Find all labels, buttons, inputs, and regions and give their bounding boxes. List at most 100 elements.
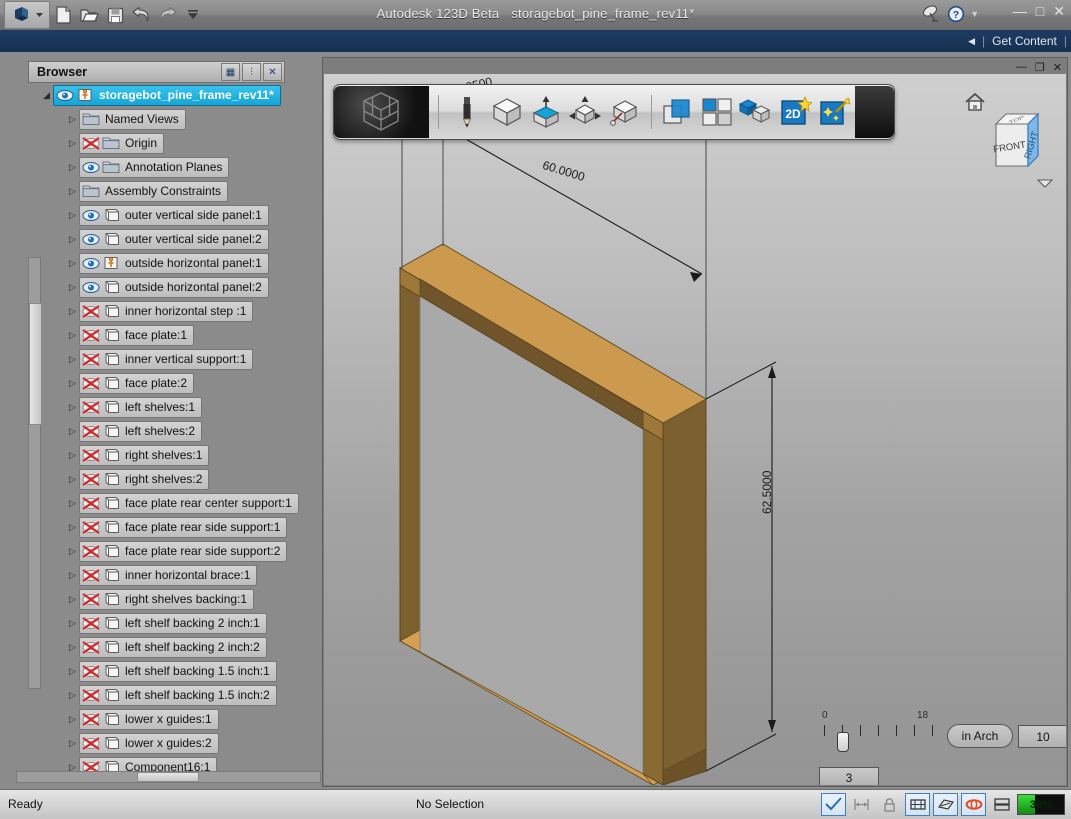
tree-row[interactable]: ▷ outer vertical side panel:1 — [28, 203, 300, 227]
visibility-off-icon[interactable] — [82, 424, 100, 438]
visibility-off-icon[interactable] — [82, 448, 100, 462]
tree-node[interactable]: right shelves:1 — [79, 444, 210, 466]
scroll-thumb[interactable] — [29, 303, 42, 425]
expand-arrow-icon[interactable]: ▷ — [66, 186, 79, 197]
expand-arrow-icon[interactable]: ▷ — [66, 378, 79, 389]
tree-node[interactable]: outside horizontal panel:2 — [79, 276, 269, 298]
expand-arrow-icon[interactable]: ▷ — [66, 114, 79, 125]
expand-arrow-icon[interactable]: ▷ — [66, 642, 79, 653]
tree-node[interactable]: left shelves:2 — [79, 420, 203, 442]
visibility-off-icon[interactable] — [82, 616, 100, 630]
tree-row[interactable]: ▷ outer vertical side panel:2 — [28, 227, 300, 251]
tree-node[interactable]: face plate:1 — [79, 324, 195, 346]
123d-cube-logo[interactable] — [334, 86, 429, 138]
tree-node[interactable]: inner horizontal brace:1 — [79, 564, 258, 586]
3d-canvas[interactable]: 11.2500 60.0000 62.5000 — [324, 74, 1066, 785]
visibility-off-icon[interactable] — [82, 736, 100, 750]
visibility-off-icon[interactable] — [82, 592, 100, 606]
tree-row[interactable]: ▷ left shelf backing 2 inch:2 — [28, 635, 300, 659]
visibility-on-icon[interactable] — [82, 281, 100, 294]
tree-node[interactable]: right shelves:2 — [79, 468, 210, 490]
tree-node[interactable]: outer vertical side panel:2 — [79, 228, 269, 250]
browser-vertical-scrollbar[interactable] — [28, 257, 42, 689]
scale-value-field[interactable]: 3 — [819, 767, 879, 785]
tree-row[interactable]: ▷ left shelves:1 — [28, 395, 300, 419]
modify-transform-icon[interactable] — [566, 90, 605, 134]
tree-node[interactable]: Origin — [79, 132, 165, 154]
expand-arrow-icon[interactable]: ▷ — [66, 354, 79, 365]
visibility-off-icon[interactable] — [82, 496, 100, 510]
tree-row[interactable]: ▷ lower x guides:2 — [28, 731, 300, 755]
tree-row[interactable]: ▷ face plate:2 — [28, 371, 300, 395]
expand-arrow-icon[interactable]: ▷ — [66, 546, 79, 557]
visibility-off-icon[interactable] — [82, 376, 100, 390]
browser-horizontal-scrollbar[interactable] — [16, 771, 321, 783]
tree-row[interactable]: ▷ left shelf backing 1.5 inch:2 — [28, 683, 300, 707]
visibility-on-icon[interactable] — [56, 89, 74, 102]
expand-arrow-icon[interactable]: ▷ — [66, 594, 79, 605]
tree-node[interactable]: outside horizontal panel:1 — [79, 252, 269, 274]
ribbon-collapse-icon[interactable]: ◀ — [968, 36, 975, 47]
tree-row[interactable]: ▷ face plate rear side support:1 — [28, 515, 300, 539]
tree-row[interactable]: ▷ right shelves:2 — [28, 467, 300, 491]
visibility-off-icon[interactable] — [82, 352, 100, 366]
orbit-icon[interactable] — [961, 793, 986, 816]
maximize-button[interactable]: □ — [1036, 4, 1044, 18]
tree-row[interactable]: ▷ Named Views — [28, 107, 300, 131]
tree-node[interactable]: left shelf backing 2 inch:1 — [79, 612, 267, 634]
expand-arrow-icon[interactable]: ▷ — [66, 474, 79, 485]
expand-arrow-icon[interactable]: ▷ — [66, 306, 79, 317]
expand-arrow-icon[interactable]: ▷ — [66, 426, 79, 437]
tree-node[interactable]: left shelf backing 2 inch:2 — [79, 636, 267, 658]
grid-snap-icon[interactable] — [697, 90, 736, 134]
tree-row[interactable]: ▷ inner horizontal step :1 — [28, 299, 300, 323]
tree-row[interactable]: ▷ left shelf backing 1.5 inch:1 — [28, 659, 300, 683]
tree-node[interactable]: Annotation Planes — [79, 156, 230, 178]
tree-row[interactable]: ▷ lower x guides:1 — [28, 707, 300, 731]
expand-arrow-icon[interactable]: ▷ — [66, 282, 79, 293]
snap-grid-icon[interactable] — [905, 793, 930, 816]
tree-row[interactable]: ▷ left shelves:2 — [28, 419, 300, 443]
visibility-off-icon[interactable] — [82, 472, 100, 486]
browser-options-icon[interactable]: ⫶ — [242, 63, 261, 81]
expand-arrow-icon[interactable]: ▷ — [66, 618, 79, 629]
minimize-button[interactable]: — — [1013, 4, 1027, 18]
tree-node[interactable]: lower x guides:2 — [79, 732, 219, 754]
expand-arrow-icon[interactable]: ▷ — [66, 738, 79, 749]
help-icon[interactable]: ? — [947, 5, 965, 23]
tree-node[interactable]: face plate rear center support:1 — [79, 492, 299, 514]
visibility-off-icon[interactable] — [82, 640, 100, 654]
tree-node[interactable]: face plate rear side support:2 — [79, 540, 288, 562]
visibility-off-icon[interactable] — [82, 136, 100, 150]
model-viewport[interactable] — [324, 74, 1066, 785]
tree-row[interactable]: ▷ face plate:1 — [28, 323, 300, 347]
expand-arrow-icon[interactable]: ▷ — [66, 522, 79, 533]
expand-arrow-icon[interactable]: ▷ — [66, 498, 79, 509]
view-cube[interactable]: FRONT RIGHT TOP — [960, 88, 1056, 198]
tree-row[interactable]: ▷ right shelves:1 — [28, 443, 300, 467]
combine-solids-icon[interactable] — [658, 90, 697, 134]
assemble-parts-icon[interactable] — [736, 90, 775, 134]
tree-row[interactable]: ▷ inner vertical support:1 — [28, 347, 300, 371]
doc-minimize-button[interactable]: — — [1016, 61, 1027, 74]
get-content-link[interactable]: Get Content — [992, 34, 1057, 48]
expand-arrow-icon[interactable]: ▷ — [66, 234, 79, 245]
primitive-cube-icon[interactable] — [487, 90, 526, 134]
tree-row[interactable]: ▷ left shelf backing 2 inch:1 — [28, 611, 300, 635]
visibility-on-icon[interactable] — [82, 161, 100, 174]
toolbar-overflow-button[interactable] — [854, 86, 895, 138]
dual-view-icon[interactable] — [989, 793, 1014, 816]
tree-node[interactable]: Named Views — [79, 108, 186, 130]
tree-node[interactable]: inner horizontal step :1 — [79, 300, 254, 322]
expand-arrow-icon[interactable]: ▷ — [66, 162, 79, 173]
height-dimension-label[interactable]: 62.5000 — [760, 471, 774, 514]
expand-arrow-icon[interactable]: ▷ — [66, 450, 79, 461]
visibility-off-icon[interactable] — [82, 664, 100, 678]
tree-node[interactable]: Assembly Constraints — [79, 180, 229, 202]
tree-node[interactable]: lower x guides:1 — [79, 708, 219, 730]
doc-close-button[interactable]: ✕ — [1053, 61, 1062, 74]
visibility-off-icon[interactable] — [82, 304, 100, 318]
expand-arrow-icon[interactable]: ▷ — [66, 330, 79, 341]
construct-extrude-icon[interactable] — [526, 90, 565, 134]
tree-node[interactable]: right shelves backing:1 — [79, 588, 255, 610]
